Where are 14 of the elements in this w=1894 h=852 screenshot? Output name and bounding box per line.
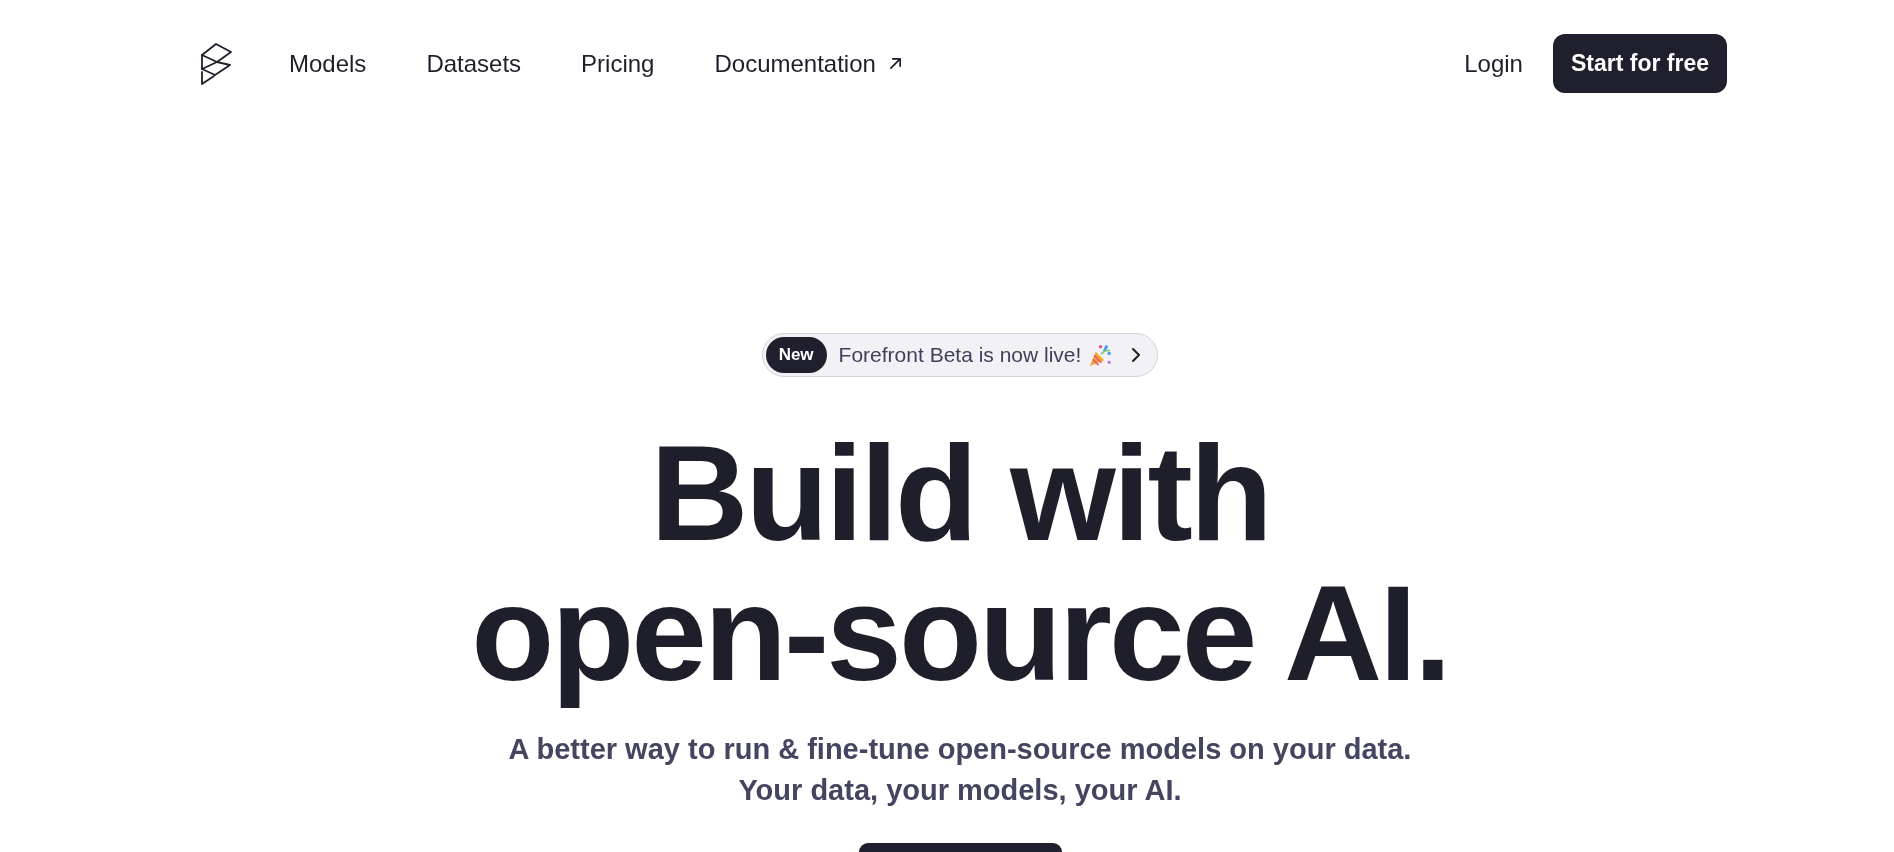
nav-link[interactable]: Datasets [426, 48, 522, 79]
hero-subtitle: A better way to run & fine-tune open-source models on your data. Your data, your models, your AI. [508, 732, 1412, 808]
nav-link[interactable]: Documentation [714, 48, 902, 79]
start-free-button[interactable]: Start for free [1552, 34, 1727, 93]
chevron-right-icon [1131, 347, 1142, 363]
announcement-link[interactable]: New Forefront Beta is now live! [761, 333, 1159, 377]
party-popper-icon [1088, 342, 1114, 368]
nav-link[interactable]: Pricing [581, 48, 655, 79]
new-tag: New [765, 337, 827, 373]
hero-heading: Build with open-source AI. [470, 423, 1450, 711]
login-link[interactable]: Login [1464, 48, 1523, 79]
logo-icon[interactable] [199, 41, 233, 86]
nav-link[interactable]: Models [289, 48, 367, 79]
cta-button[interactable] [858, 843, 1062, 852]
